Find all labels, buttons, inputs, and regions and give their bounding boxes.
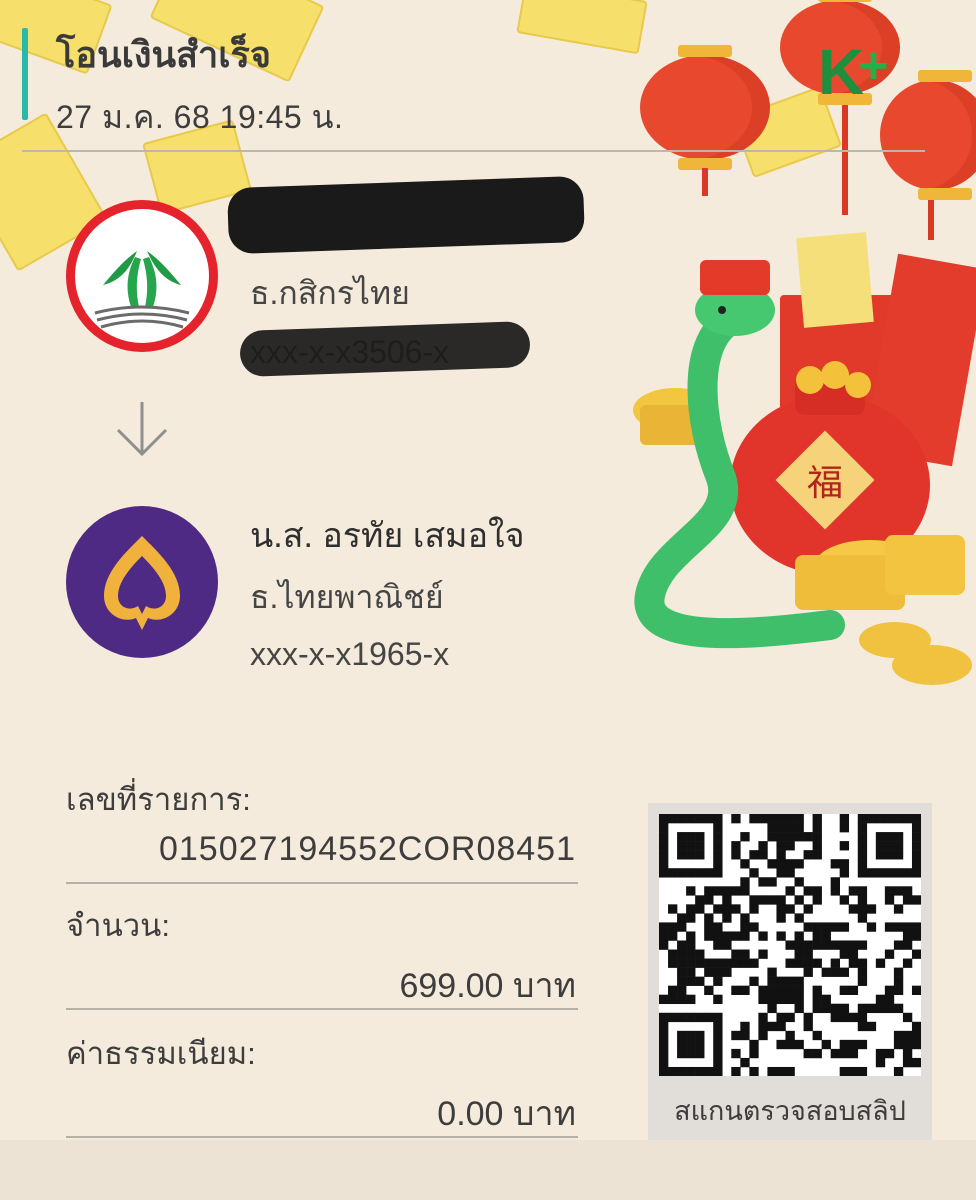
sender-account-redaction <box>239 320 531 378</box>
sender-bank: ธ.กสิกรไทย <box>250 275 410 311</box>
transaction-datetime: 27 ม.ค. 68 19:45 น. <box>56 99 344 135</box>
scb-logo-icon <box>66 506 218 658</box>
decorative-bill <box>516 0 648 55</box>
title-accent-bar <box>22 28 28 120</box>
new-year-illustration: 福 <box>633 232 976 685</box>
lantern-tassel <box>702 168 708 196</box>
amount-value: 699.00 บาท <box>399 967 576 1005</box>
bottom-strip <box>0 1140 976 1200</box>
kplus-logo: K+ <box>818 36 889 108</box>
fee-label: ค่าธรรมเนียม: <box>66 1036 256 1071</box>
lantern-tassel <box>842 105 848 215</box>
lantern-icon <box>880 70 976 200</box>
reference-value: 015027194552COR08451 <box>158 830 576 868</box>
qr-card[interactable]: สแกนตรวจสอบสลิป <box>648 803 932 1140</box>
lantern-icon <box>640 45 770 170</box>
divider <box>66 882 578 884</box>
receiver-name: น.ส. อรทัย เสมอใจ <box>250 517 525 555</box>
reference-label: เลขที่รายการ: <box>66 782 251 817</box>
amount-label: จำนวน: <box>66 908 170 943</box>
receiver-account: xxx-x-x1965-x <box>250 636 450 672</box>
page-title: โอนเงินสำเร็จ <box>56 34 271 75</box>
divider <box>66 1008 578 1010</box>
qr-code[interactable] <box>659 814 922 1077</box>
fee-value: 0.00 บาท <box>437 1095 576 1133</box>
arrow-down-icon <box>116 402 168 457</box>
kasikornbank-logo-icon <box>66 200 218 352</box>
transfer-slip: 福 โอนเงินสำเร็จ 27 ม.ค. 68 19:45 น. K+ น… <box>0 0 976 1140</box>
sender-name-redaction <box>226 175 586 255</box>
receiver-bank: ธ.ไทยพาณิชย์ <box>250 579 444 615</box>
header-divider <box>22 150 925 152</box>
svg-text:福: 福 <box>807 463 843 504</box>
divider <box>66 1136 578 1138</box>
qr-caption: สแกนตรวจสอบสลิป <box>674 1096 906 1126</box>
